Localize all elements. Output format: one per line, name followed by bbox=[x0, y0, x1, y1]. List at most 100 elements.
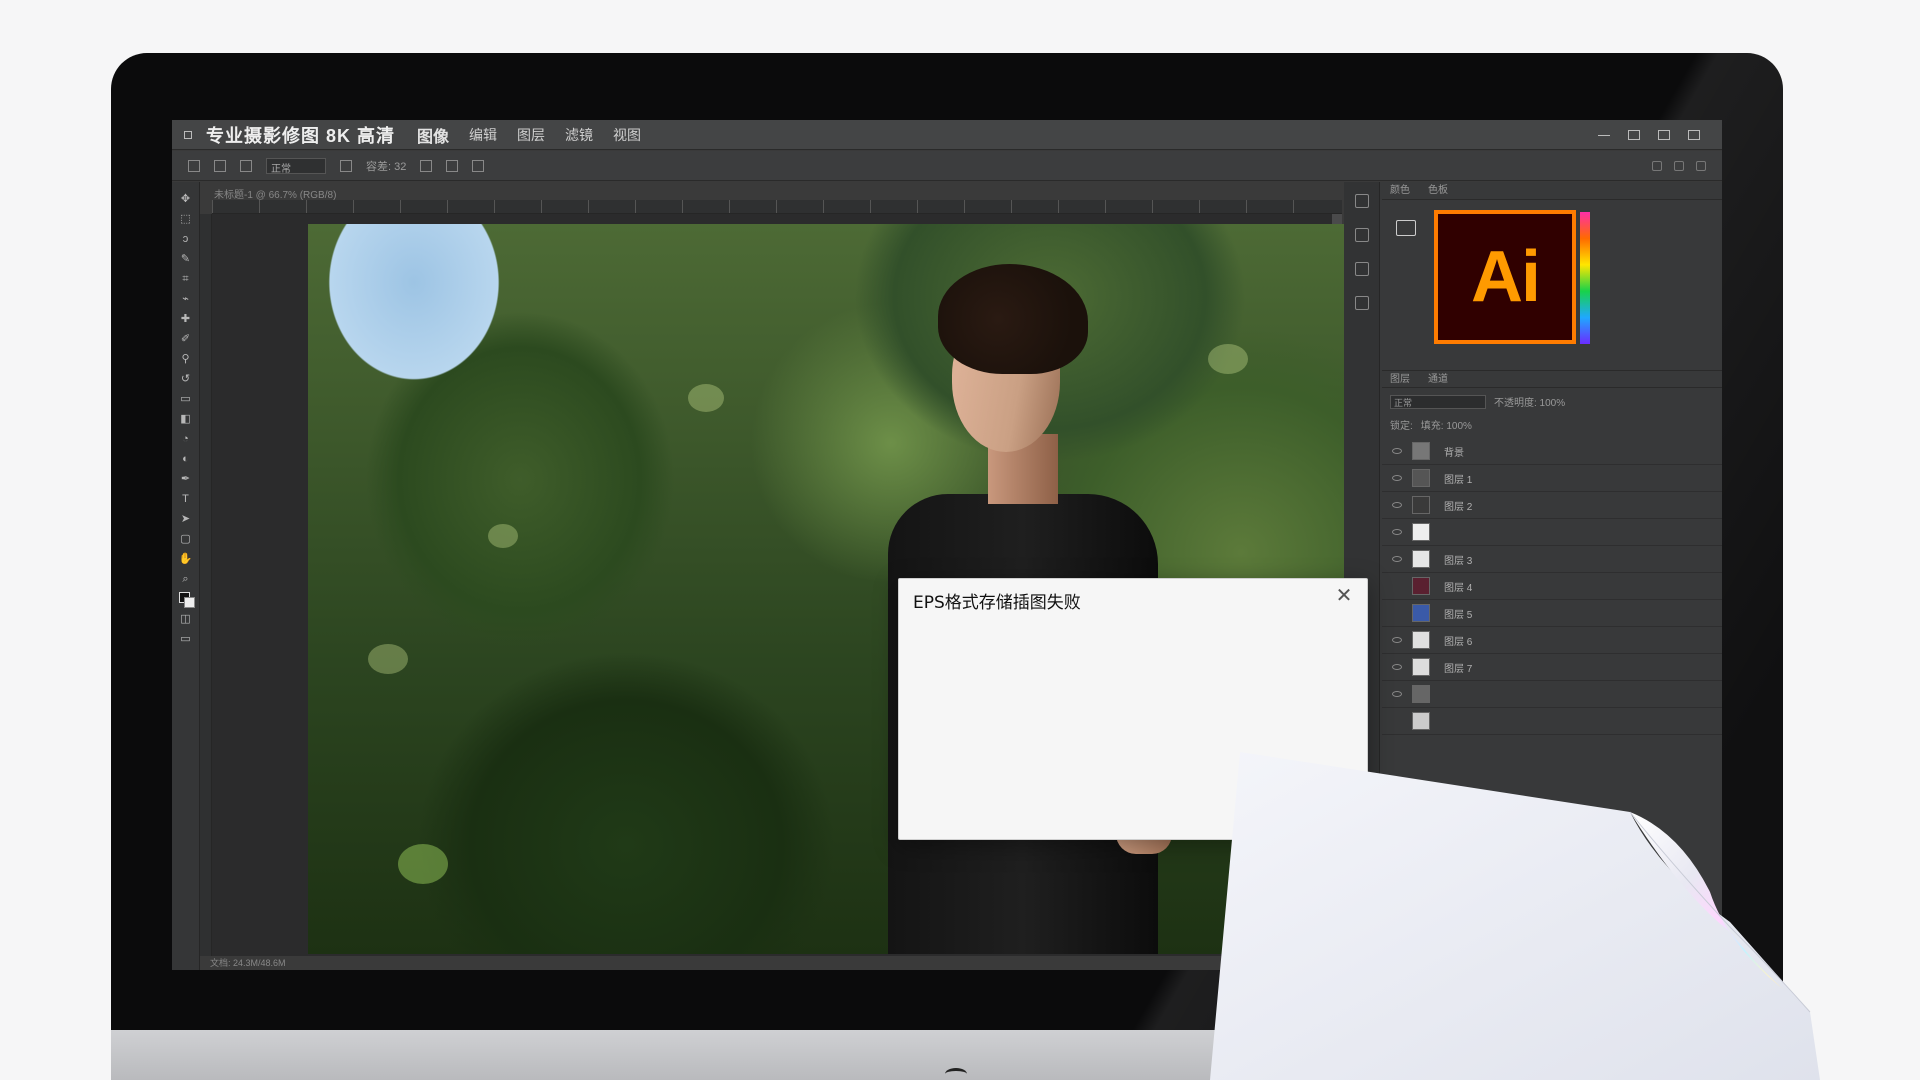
distribute-icon[interactable] bbox=[472, 159, 485, 172]
layer-row[interactable] bbox=[1382, 519, 1722, 546]
panel-menu-icon[interactable] bbox=[1396, 220, 1416, 236]
color-spectrum-bar bbox=[1580, 212, 1590, 344]
search-icon[interactable] bbox=[1652, 160, 1662, 171]
fill-field[interactable]: 填充: 100% bbox=[1421, 417, 1472, 432]
layer-label: 图层 1 bbox=[1444, 474, 1473, 486]
close-icon[interactable]: ✕ bbox=[1333, 585, 1355, 607]
layer-row[interactable]: 图层 1 bbox=[1382, 465, 1722, 492]
eraser-tool-icon[interactable]: ▭ bbox=[179, 392, 193, 406]
visibility-eye-icon[interactable] bbox=[1392, 583, 1402, 589]
move-tool-icon[interactable]: ✥ bbox=[179, 192, 193, 206]
brush-icon bbox=[214, 159, 226, 172]
layer-thumbnail bbox=[1412, 658, 1430, 676]
menu-layer[interactable]: 图层 bbox=[517, 125, 545, 145]
visibility-eye-icon[interactable] bbox=[1392, 556, 1402, 562]
share-icon[interactable] bbox=[1696, 160, 1706, 171]
eyedropper-tool-icon[interactable]: ⌁ bbox=[179, 292, 193, 306]
ai-logo-text: Ai bbox=[1471, 237, 1541, 317]
app-icon[interactable] bbox=[184, 130, 192, 139]
properties-icon[interactable] bbox=[1354, 228, 1369, 242]
dodge-tool-icon[interactable]: ◐ bbox=[179, 452, 193, 466]
layer-thumbnail bbox=[1412, 442, 1430, 460]
menu-view[interactable]: 视图 bbox=[613, 125, 641, 145]
layer-label: 图层 3 bbox=[1444, 555, 1473, 567]
path-select-tool-icon[interactable]: ➤ bbox=[179, 512, 193, 526]
tab-swatches[interactable]: 色板 bbox=[1428, 182, 1448, 199]
layer-label: 背景 bbox=[1444, 447, 1464, 459]
history-icon[interactable] bbox=[1354, 194, 1369, 208]
pen-tool-icon[interactable]: ✒ bbox=[179, 472, 193, 486]
visibility-eye-icon[interactable] bbox=[1392, 502, 1402, 508]
healing-tool-icon[interactable]: ✚ bbox=[179, 312, 193, 326]
move-tool-option[interactable] bbox=[188, 159, 200, 172]
lasso-tool-icon[interactable]: ↄ bbox=[179, 232, 193, 246]
visibility-eye-icon[interactable] bbox=[1392, 718, 1402, 724]
adjustments-icon[interactable] bbox=[1354, 262, 1369, 276]
color-panel-tabs: 颜色 色板 bbox=[1382, 182, 1722, 200]
layers-panel-tabs: 图层 通道 bbox=[1382, 370, 1722, 388]
visibility-eye-icon[interactable] bbox=[1392, 637, 1402, 643]
quick-mask-icon[interactable]: ◫ bbox=[179, 612, 193, 626]
tile-icon[interactable] bbox=[1658, 129, 1670, 140]
maximize-icon[interactable] bbox=[1628, 129, 1640, 140]
tolerance-field[interactable]: 容差: 32 bbox=[366, 158, 406, 174]
layer-row[interactable]: 图层 3 bbox=[1382, 546, 1722, 573]
layer-row[interactable]: 图层 5 bbox=[1382, 600, 1722, 627]
layer-row[interactable]: 背景 bbox=[1382, 438, 1722, 465]
options-bar: 正常 容差: 32 bbox=[172, 151, 1722, 181]
visibility-eye-icon[interactable] bbox=[1392, 529, 1402, 535]
stamp-tool-icon[interactable]: ⚲ bbox=[179, 352, 193, 366]
workspace-icon[interactable] bbox=[1674, 160, 1684, 171]
layer-row[interactable]: 图层 6 bbox=[1382, 627, 1722, 654]
close-window-icon[interactable] bbox=[1688, 129, 1700, 140]
color-swatches-icon[interactable] bbox=[178, 592, 195, 608]
mode-select[interactable]: 正常 bbox=[266, 157, 326, 175]
hand-tool-icon[interactable]: ✋ bbox=[179, 552, 193, 566]
menu-filter[interactable]: 滤镜 bbox=[565, 125, 593, 145]
antialias-checkbox[interactable] bbox=[340, 159, 352, 172]
visibility-eye-icon[interactable] bbox=[1392, 475, 1402, 481]
move-icon bbox=[188, 159, 200, 172]
marquee-tool-icon[interactable]: ⬚ bbox=[179, 212, 193, 226]
visibility-eye-icon[interactable] bbox=[1392, 448, 1402, 454]
layer-thumbnail bbox=[1412, 604, 1430, 622]
libraries-icon[interactable] bbox=[1354, 296, 1369, 310]
apple-logo bbox=[945, 1068, 967, 1080]
opacity-field[interactable]: 不透明度: 100% bbox=[1494, 394, 1565, 409]
top-ruler bbox=[212, 200, 1342, 214]
tab-layers[interactable]: 图层 bbox=[1390, 371, 1410, 387]
crop-tool-icon[interactable]: ⌗ bbox=[179, 272, 193, 286]
layer-row[interactable] bbox=[1382, 708, 1722, 735]
workspace-icons bbox=[1652, 160, 1706, 171]
menu-image[interactable]: 图像 bbox=[417, 123, 449, 147]
visibility-eye-icon[interactable] bbox=[1392, 664, 1402, 670]
tab-channels[interactable]: 通道 bbox=[1428, 371, 1448, 387]
history-brush-icon[interactable]: ↺ bbox=[179, 372, 193, 386]
blend-mode-select[interactable]: 正常 bbox=[1390, 394, 1486, 409]
menu-bar: 专业摄影修图 8K 高清 图像 编辑 图层 滤镜 视图 bbox=[172, 120, 1722, 150]
tab-color[interactable]: 颜色 bbox=[1390, 182, 1410, 199]
layer-row[interactable]: 图层 2 bbox=[1382, 492, 1722, 519]
selection-icon bbox=[240, 159, 252, 172]
brush-tool-icon[interactable]: ✐ bbox=[179, 332, 193, 346]
gradient-tool-icon[interactable]: ◧ bbox=[179, 412, 193, 426]
sample-icon[interactable] bbox=[420, 159, 433, 172]
visibility-eye-icon[interactable] bbox=[1392, 691, 1402, 697]
minimize-icon[interactable] bbox=[1598, 134, 1610, 136]
quick-select-tool-icon[interactable]: ✎ bbox=[179, 252, 193, 266]
document-tab[interactable]: 未标题-1 @ 66.7% (RGB/8) bbox=[200, 182, 1340, 202]
visibility-eye-icon[interactable] bbox=[1392, 610, 1402, 616]
type-tool-icon[interactable]: T bbox=[179, 492, 193, 506]
shape-tool-icon[interactable]: ▢ bbox=[179, 532, 193, 546]
blur-tool-icon[interactable]: ◔ bbox=[179, 432, 193, 446]
layer-thumbnail bbox=[1412, 550, 1430, 568]
menu-edit[interactable]: 编辑 bbox=[469, 125, 497, 145]
screen-mode-icon[interactable]: ▭ bbox=[179, 632, 193, 646]
layer-row[interactable] bbox=[1382, 681, 1722, 708]
selection-option[interactable] bbox=[240, 159, 252, 172]
zoom-tool-icon[interactable]: ⌕ bbox=[179, 572, 193, 586]
brush-option[interactable] bbox=[214, 159, 226, 172]
layer-row[interactable]: 图层 4 bbox=[1382, 573, 1722, 600]
layer-row[interactable]: 图层 7 bbox=[1382, 654, 1722, 681]
align-icon[interactable] bbox=[446, 159, 459, 172]
